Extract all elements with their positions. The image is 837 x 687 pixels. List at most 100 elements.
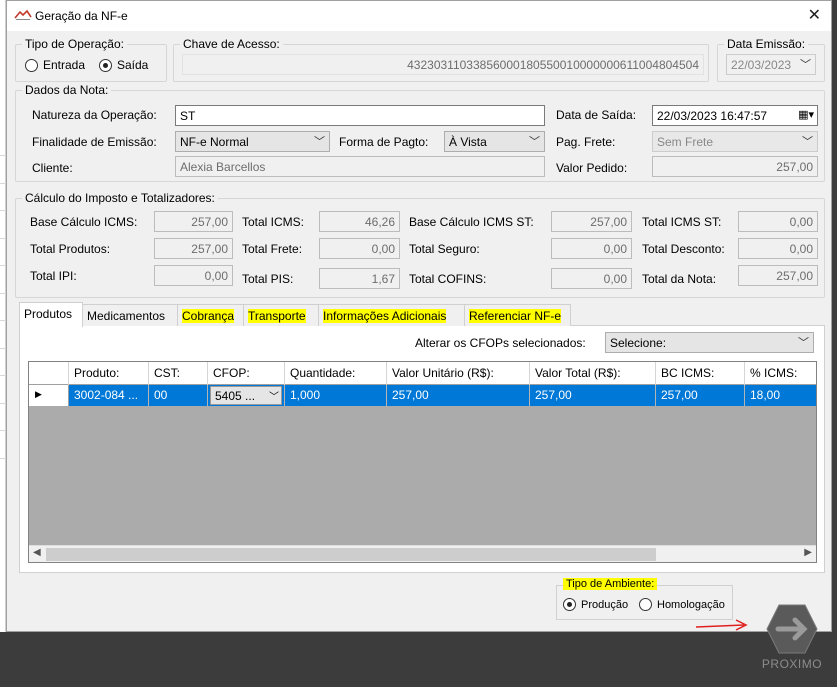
red-arrow-annotation-icon [695, 619, 748, 631]
pag-frete-select[interactable]: Sem Frete ﹀ [652, 131, 818, 152]
table-row[interactable]: ▶ 3002-084 ... 00 5405 ... ﹀ 1,000 257,0… [29, 385, 816, 406]
tab-transporte[interactable]: Transporte [243, 304, 319, 326]
calendar-icon[interactable]: ▦▾ [798, 108, 814, 121]
valor-pedido-field[interactable]: 257,00 [652, 156, 818, 177]
tab-produtos-label: Produtos [24, 307, 73, 321]
total-nota-field[interactable]: 257,00 [738, 265, 818, 286]
col-produto[interactable]: Produto: [69, 362, 149, 385]
total-icms-field[interactable]: 46,26 [319, 211, 400, 232]
close-icon[interactable]: ✕ [808, 5, 821, 25]
radio-entrada[interactable]: Entrada [25, 58, 85, 72]
chevron-down-icon: ﹀ [269, 392, 279, 403]
total-frete-label: Total Frete: [242, 242, 303, 256]
total-icms-st-label: Total ICMS ST: [642, 215, 722, 229]
cell-quantidade[interactable]: 1,000 [285, 385, 387, 406]
cfop-value: 5405 ... [215, 389, 256, 403]
col-perc-icms[interactable]: % ICMS: [745, 362, 816, 385]
col-cfop[interactable]: CFOP: [208, 362, 285, 385]
forma-pagto-label: Forma de Pagto: [339, 135, 429, 149]
pag-frete-label: Pag. Frete: [556, 135, 616, 149]
grid-header: Produto: CST: CFOP: Quantidade: Valor Un… [29, 362, 816, 385]
cell-cfop[interactable]: 5405 ... ﹀ [208, 385, 285, 406]
total-seguro-field[interactable]: 0,00 [551, 238, 632, 259]
total-seguro-label: Total Seguro: [409, 242, 480, 256]
total-cofins-field[interactable]: 0,00 [551, 268, 632, 289]
radio-saida[interactable]: Saída [99, 58, 148, 72]
total-icms-st-field[interactable]: 0,00 [738, 211, 818, 232]
chevron-down-icon: ﹀ [802, 136, 813, 148]
total-pis-field[interactable]: 1,67 [319, 268, 400, 289]
row-pointer-icon[interactable]: ▶ [29, 385, 69, 406]
emissao-label: Data Emissão: [724, 37, 809, 51]
tab-cobranca[interactable]: Cobrança [177, 304, 244, 326]
total-produtos-field[interactable]: 257,00 [154, 238, 233, 259]
proximo-button[interactable]: PROXIMO [758, 604, 826, 674]
cell-valor-unitario[interactable]: 257,00 [387, 385, 530, 406]
cfop-alter-value: Selecione: [610, 336, 667, 350]
scroll-thumb[interactable] [46, 548, 656, 561]
chave-field[interactable]: 4323031103385600018055001000000061100480… [182, 54, 704, 75]
total-ipi-label: Total IPI: [30, 269, 77, 283]
scroll-right-icon[interactable]: ▶ [804, 547, 812, 558]
total-produtos-label: Total Produtos: [30, 242, 111, 256]
radio-producao-label: Produção [581, 598, 629, 611]
cfop-select[interactable]: 5405 ... ﹀ [210, 386, 282, 405]
dados-label: Dados da Nota: [22, 83, 112, 97]
valor-pedido-label: Valor Pedido: [556, 161, 628, 175]
radio-producao[interactable]: Produção [563, 598, 628, 611]
operacao-group: Tipo de Operação: Entrada Saída [15, 37, 167, 82]
finalidade-value: NF-e Normal [180, 135, 249, 149]
total-nota-label: Total da Nota: [642, 272, 717, 286]
forma-pagto-select[interactable]: À Vista ﹀ [444, 131, 545, 152]
cell-perc-icms[interactable]: 18,00 [745, 385, 816, 406]
col-quantidade[interactable]: Quantidade: [285, 362, 387, 385]
grid-rowhead-header [29, 362, 69, 385]
scroll-left-icon[interactable]: ◀ [33, 547, 41, 558]
radio-producao-circle [563, 598, 576, 611]
tab-informacoes-label: Informações Adicionais [323, 309, 447, 323]
total-cofins-label: Total COFINS: [409, 272, 487, 286]
produtos-grid: Produto: CST: CFOP: Quantidade: Valor Un… [28, 361, 817, 563]
tab-informacoes-adicionais[interactable]: Informações Adicionais [318, 304, 465, 326]
total-ipi-field[interactable]: 0,00 [154, 265, 233, 286]
col-valor-unitario[interactable]: Valor Unitário (R$): [387, 362, 530, 385]
data-saida-input[interactable]: 22/03/2023 16:47:57 ▦▾ [652, 105, 818, 126]
col-valor-total[interactable]: Valor Total (R$): [530, 362, 656, 385]
cell-cst[interactable]: 00 [149, 385, 208, 406]
total-frete-field[interactable]: 0,00 [319, 238, 400, 259]
chave-group: Chave de Acesso: 43230311033856000180550… [173, 37, 709, 82]
base-icms-st-field[interactable]: 257,00 [551, 211, 632, 232]
cell-produto[interactable]: 3002-084 ... [69, 385, 149, 406]
cfop-alter-select[interactable]: Selecione: ﹀ [605, 332, 814, 353]
base-icms-label: Base Cálculo ICMS: [30, 215, 138, 229]
natureza-input[interactable]: ST [175, 105, 545, 126]
arrow-right-icon [766, 604, 818, 654]
calculo-label: Cálculo do Imposto e Totalizadores: [22, 191, 218, 205]
cell-bc-icms[interactable]: 257,00 [656, 385, 745, 406]
total-desconto-field[interactable]: 0,00 [738, 238, 818, 259]
radio-homologacao[interactable]: Homologação [639, 598, 725, 611]
cliente-field[interactable]: Alexia Barcellos [175, 156, 545, 177]
tab-medicamentos[interactable]: Medicamentos [82, 304, 178, 326]
dados-group: Dados da Nota: Natureza da Operação: ST … [15, 83, 825, 182]
emissao-date-value: 22/03/2023 [731, 58, 792, 72]
proximo-label: PROXIMO [761, 657, 823, 671]
cell-valor-total[interactable]: 257,00 [530, 385, 656, 406]
horizontal-scrollbar[interactable]: ◀ ▶ [29, 545, 816, 562]
chevron-down-icon: ﹀ [529, 136, 540, 148]
title-bar: Geração da NF-e ✕ [7, 1, 831, 31]
tab-transporte-label: Transporte [248, 309, 306, 323]
total-pis-label: Total PIS: [242, 272, 294, 286]
radio-saida-label: Saída [117, 58, 149, 72]
tab-produtos[interactable]: Produtos [19, 302, 83, 327]
chevron-down-icon: ﹀ [798, 337, 809, 349]
emissao-date-field[interactable]: 22/03/2023 ﹀ [726, 54, 816, 75]
finalidade-select[interactable]: NF-e Normal ﹀ [175, 131, 330, 152]
chevron-down-icon: ﹀ [314, 136, 325, 148]
finalidade-label: Finalidade de Emissão: [32, 135, 157, 149]
radio-entrada-label: Entrada [43, 58, 86, 72]
tab-referenciar-nfe[interactable]: Referenciar NF-e [464, 304, 571, 326]
col-cst[interactable]: CST: [149, 362, 208, 385]
col-bc-icms[interactable]: BC ICMS: [656, 362, 745, 385]
base-icms-field[interactable]: 257,00 [154, 211, 233, 232]
